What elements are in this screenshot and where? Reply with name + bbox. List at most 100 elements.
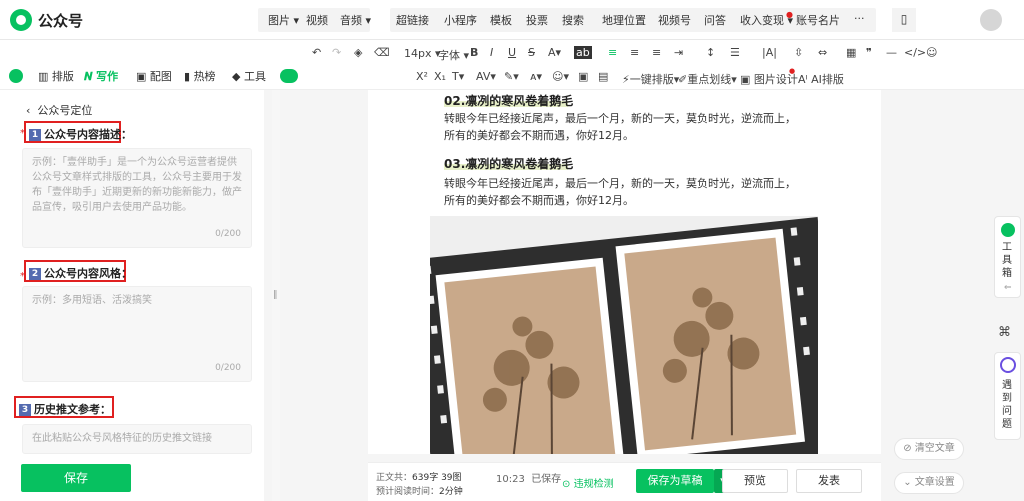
indent-icon[interactable]: ⇥: [674, 46, 683, 59]
text-effect-icon[interactable]: ᴀ▾: [530, 70, 542, 83]
apps-icon[interactable]: ⌘: [998, 325, 1011, 340]
toolbox-label: 工具箱: [1002, 242, 1012, 279]
font-color-icon[interactable]: A▾: [548, 46, 561, 59]
code-icon[interactable]: </>: [904, 46, 926, 59]
background-color-icon[interactable]: ab: [574, 46, 592, 59]
description-field[interactable]: 示例：「壹伴助手」是一个为公众号运营者提供公众号文章样式排版的工具，公众号主要用…: [22, 148, 252, 248]
underline-icon[interactable]: U: [508, 46, 516, 59]
word-count: 正文共：639字 39图: [376, 473, 462, 483]
menu-audio[interactable]: 音频 ▾: [340, 12, 371, 28]
divider-icon[interactable]: —: [886, 46, 897, 59]
more-button[interactable]: ···: [854, 12, 865, 25]
highlight-box: 2 公众号内容风格：: [24, 260, 132, 282]
menu-miniprogram[interactable]: 小程序: [444, 12, 477, 28]
tab-trending[interactable]: ▮ 热榜: [184, 68, 216, 84]
toolbox-panel[interactable]: 工具箱 ⇐: [994, 216, 1021, 298]
ai-layout-button[interactable]: Aᴵ AI排版: [798, 71, 844, 87]
paragraph-spacing-icon[interactable]: ⇳: [794, 46, 803, 59]
panel-resize-handle[interactable]: ‖: [272, 90, 280, 501]
toolbox-logo-icon: [1001, 223, 1015, 237]
notification-dot: ●: [786, 10, 793, 19]
insert-emoji-icon[interactable]: ☺▾: [552, 70, 569, 83]
text-shadow-icon[interactable]: AV▾: [476, 70, 496, 83]
menu-link[interactable]: 超链接: [396, 12, 429, 28]
menu-image[interactable]: 图片 ▾: [268, 12, 299, 28]
article-paragraph: 转眼今年已经接近尾声，最后一个月，新的一天，莫负时光，逆流而上，所有的美好都会不…: [444, 177, 796, 207]
back-button[interactable]: ‹ 公众号定位: [26, 102, 92, 118]
menu-vote[interactable]: 投票: [526, 12, 548, 28]
menu-search[interactable]: 搜索: [562, 12, 584, 28]
line-height-icon[interactable]: ↕: [706, 46, 715, 59]
top-bar: 公众号 图片 ▾ 视频 音频 ▾ 超链接 小程序 模板 投票 搜索 地理位置 视…: [0, 0, 1024, 40]
toggle-switch[interactable]: [280, 69, 298, 83]
table-icon[interactable]: ▦: [846, 46, 856, 59]
insert-menu: 超链接 小程序 模板 投票 搜索 地理位置 视频号 问答 收入变现 ▾ ● 账号…: [390, 8, 876, 32]
avatar[interactable]: [980, 9, 1002, 31]
tab-images[interactable]: ▣ 配图: [136, 68, 172, 84]
one-key-layout-button[interactable]: ⚡一键排版▾: [622, 71, 679, 87]
article-paragraph: 转眼今年已经接近尾声，最后一个月，新的一天，莫负时光，逆流而上，所有的美好都会不…: [444, 112, 796, 142]
superscript-icon[interactable]: X²: [416, 70, 428, 83]
menu-video[interactable]: 视频: [306, 12, 328, 28]
plugin-logo-icon: [9, 69, 23, 83]
read-time: 预计阅读时间：2分钟: [376, 487, 463, 497]
margin-icon[interactable]: ⇔: [818, 46, 827, 59]
compliance-check-button[interactable]: ⊙ 违规检测: [562, 475, 614, 490]
italic-icon[interactable]: I: [490, 46, 493, 59]
font-family-select[interactable]: 字体 ▾: [438, 47, 469, 63]
list-icon[interactable]: ☰: [730, 46, 740, 59]
arrow-left-icon: ⇐: [1004, 283, 1012, 293]
support-icon: [1000, 357, 1016, 373]
bold-icon[interactable]: B: [470, 46, 478, 59]
shield-icon: ⊙: [562, 479, 571, 490]
align-right-icon[interactable]: ≡: [652, 46, 661, 59]
app-title: 公众号: [38, 12, 84, 30]
phone-preview-icon[interactable]: ▯: [892, 8, 916, 32]
emphasis-line-button[interactable]: ✐重点划线▾: [678, 71, 737, 87]
char-count: 0/200: [215, 229, 241, 239]
strikethrough-icon[interactable]: S: [528, 46, 535, 59]
tab-layout[interactable]: ▥ 排版: [38, 68, 74, 84]
save-draft-button[interactable]: 保存为草稿: [636, 469, 714, 493]
font-size-select[interactable]: 14px ▾: [404, 47, 441, 60]
article-image[interactable]: [430, 216, 818, 454]
redo-icon[interactable]: ↷: [332, 46, 341, 59]
undo-icon[interactable]: ↶: [312, 46, 321, 59]
align-left-icon[interactable]: ≡: [608, 46, 617, 59]
subscript-icon[interactable]: X₁: [434, 70, 446, 83]
history-field[interactable]: 在此粘贴公众号风格特征的历史推文链接: [22, 424, 252, 454]
menu-qa[interactable]: 问答: [704, 12, 726, 28]
tab-tools[interactable]: ◆ 工具: [232, 68, 266, 84]
text-border-icon[interactable]: T▾: [452, 70, 464, 83]
media-menu: 图片 ▾ 视频 音频 ▾: [258, 8, 371, 32]
publish-button[interactable]: 发表: [796, 469, 862, 493]
menu-location[interactable]: 地理位置: [602, 12, 646, 28]
menu-template[interactable]: 模板: [490, 12, 512, 28]
align-center-icon[interactable]: ≡: [630, 46, 639, 59]
article-heading: 02.凛冽的寒风卷着鹅毛: [444, 94, 574, 108]
clear-format-icon[interactable]: ⌫: [374, 46, 390, 59]
format-painter-icon[interactable]: ◈: [354, 46, 362, 59]
emoji-icon[interactable]: ☺: [926, 46, 937, 59]
quote-icon[interactable]: ❞: [866, 46, 872, 59]
menu-card[interactable]: 账号名片: [796, 12, 840, 28]
section-label: 3 历史推文参考：: [19, 401, 111, 417]
notification-dot: ●: [789, 67, 796, 75]
card-icon[interactable]: ▤: [598, 70, 608, 83]
save-status: 10:23 已保存: [496, 474, 562, 485]
clear-article-button[interactable]: ⊘ 清空文章: [894, 438, 964, 460]
section-label: 2 公众号内容风格：: [29, 265, 132, 281]
insert-image-icon[interactable]: ▣: [578, 70, 588, 83]
highlight-box: 1 公众号内容描述：: [24, 121, 132, 143]
style-field[interactable]: 示例：多用短语、活泼搞笑 0/200: [22, 286, 252, 382]
save-button[interactable]: 保存: [21, 464, 131, 492]
status-bar: 正文共：639字 39图 预计阅读时间：2分钟 10:23 已保存 ⊙ 违规检测…: [368, 462, 881, 501]
preview-button[interactable]: 预览: [722, 469, 788, 493]
article-settings-button[interactable]: ⌄ 文章设置: [894, 472, 964, 494]
letter-spacing-icon[interactable]: |A|: [762, 46, 777, 59]
highlight-pen-icon[interactable]: ✎▾: [504, 70, 519, 83]
menu-channels[interactable]: 视频号: [658, 12, 691, 28]
highlight-box: 3 历史推文参考：: [14, 396, 114, 418]
tab-writing[interactable]: 𝑵 写作: [84, 68, 118, 84]
help-panel[interactable]: 遇到问题: [994, 352, 1021, 440]
